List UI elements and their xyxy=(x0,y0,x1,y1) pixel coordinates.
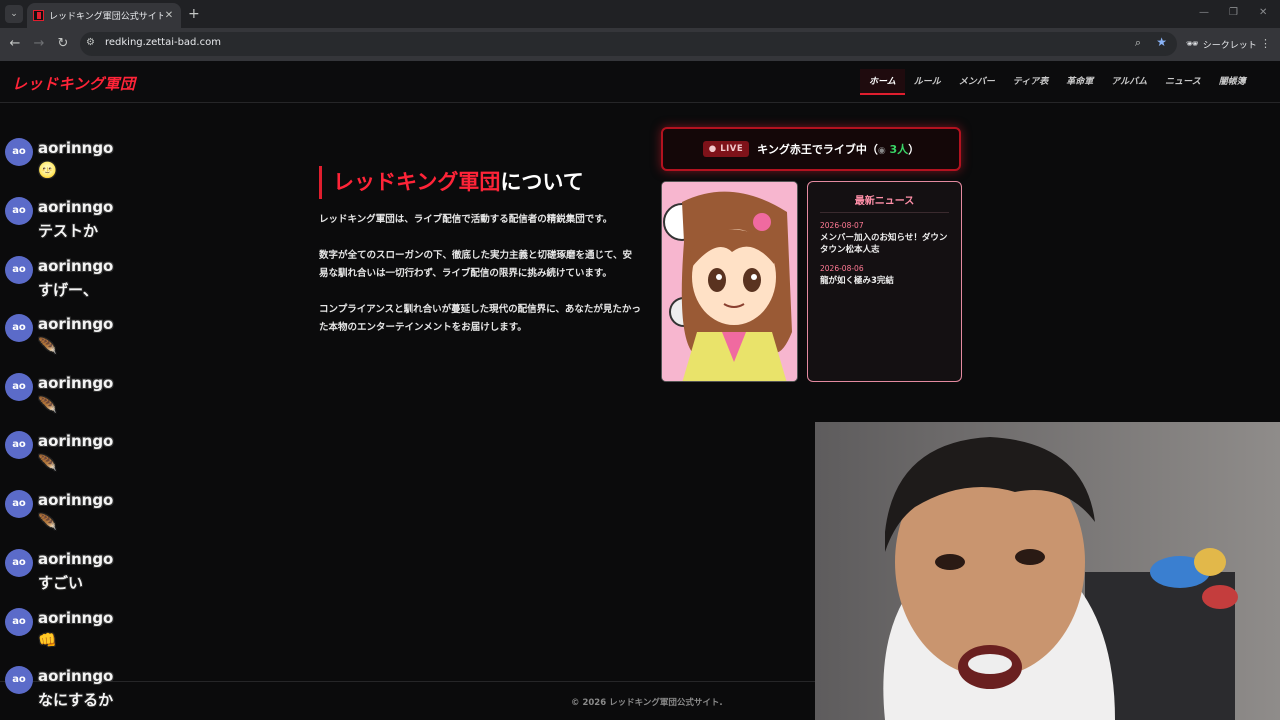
chat-username: aorinngo xyxy=(38,374,114,392)
browser-tab-bar: ⌄ レッドキング軍団公式サイト ✕ + — ❐ ✕ xyxy=(0,0,1280,28)
chat-username: aorinngo xyxy=(38,139,114,157)
incognito-label: シークレット xyxy=(1202,40,1257,51)
nav-rules[interactable]: ルール xyxy=(905,69,950,95)
chat-message: ao aorinngo 🌝 xyxy=(5,134,195,190)
site-logo[interactable]: レッドキング軍団 xyxy=(12,73,136,94)
address-bar[interactable]: ⚙ redking.zettai-bad.com ⌕ ★ xyxy=(80,32,1177,56)
chat-text: 🌝 xyxy=(38,161,57,179)
avatar: ao xyxy=(5,197,33,225)
chat-username: aorinngo xyxy=(38,257,114,275)
news-date: 2026-08-06 xyxy=(820,264,864,273)
chat-text: 🪶 xyxy=(38,337,57,355)
chat-message: ao aorinngo すげー、 xyxy=(5,252,195,308)
site-header: レッドキング軍団 ホーム ルール メンバー ティア表 革命軍 アルバム ニュース… xyxy=(0,61,1280,103)
viewer-count: 3人 xyxy=(889,143,909,156)
avatar: ao xyxy=(5,373,33,401)
chat-text: 🪶 xyxy=(38,454,57,472)
nav-tier[interactable]: ティア表 xyxy=(1004,69,1057,95)
chat-username: aorinngo xyxy=(38,609,114,627)
chat-message: ao aorinngo すごい xyxy=(5,545,195,601)
nav-ledger[interactable]: 闇帳簿 xyxy=(1210,69,1255,95)
webcam-overlay xyxy=(815,422,1280,720)
eye-icon: ◉ xyxy=(877,146,886,156)
chat-username: aorinngo xyxy=(38,667,114,685)
url-text[interactable]: redking.zettai-bad.com xyxy=(105,37,221,48)
chat-message: ao aorinngo なにするか xyxy=(5,662,195,718)
main-nav: ホーム ルール メンバー ティア表 革命軍 アルバム ニュース 闇帳簿 xyxy=(860,69,1255,95)
character-art xyxy=(662,182,797,381)
chat-text: なにするか xyxy=(38,691,114,709)
tab-title: レッドキング軍団公式サイト xyxy=(49,12,163,22)
avatar: ao xyxy=(5,608,33,636)
kebab-menu-icon[interactable]: ⋮ xyxy=(1260,37,1271,50)
news-date: 2026-08-07 xyxy=(820,221,864,230)
avatar: ao xyxy=(5,549,33,577)
news-title[interactable]: 龍が如く極み3完結 xyxy=(820,275,949,287)
news-item[interactable]: 2026-08-07 メンバー加入のお知らせ！ダウンタウン松本人志 xyxy=(820,221,949,256)
chat-message: ao aorinngo 🪶 xyxy=(5,427,195,483)
chat-message: ao aorinngo 👊 xyxy=(5,604,195,660)
chat-username: aorinngo xyxy=(38,315,114,333)
back-button[interactable]: ← xyxy=(7,36,23,52)
avatar: ao xyxy=(5,666,33,694)
browser-tab[interactable]: レッドキング軍団公式サイト ✕ xyxy=(27,3,181,28)
star-icon[interactable]: ★ xyxy=(1156,35,1167,49)
live-badge: ● LIVE xyxy=(702,141,750,157)
about-paragraph-3: コンプライアンスと馴れ合いが蔓延した現代の配信界に、あなたが見たかった本物のエン… xyxy=(319,304,641,333)
nav-revolution[interactable]: 革命軍 xyxy=(1057,69,1102,95)
close-icon[interactable]: ✕ xyxy=(163,10,175,21)
chevron-down-icon: ⌄ xyxy=(10,9,18,19)
chat-username: aorinngo xyxy=(38,198,114,216)
nav-album[interactable]: アルバム xyxy=(1102,69,1156,95)
nav-news[interactable]: ニュース xyxy=(1156,69,1210,95)
restore-icon[interactable]: ❐ xyxy=(1229,7,1238,18)
site-favicon-icon xyxy=(33,10,44,21)
reload-button[interactable]: ↻ xyxy=(55,36,71,52)
nav-home[interactable]: ホーム xyxy=(860,69,905,95)
avatar: ao xyxy=(5,256,33,284)
live-status-text: キング赤王でライブ中（◉ 3人） xyxy=(757,143,920,156)
minimize-icon[interactable]: — xyxy=(1199,7,1209,18)
footer-copyright: © 2026 レッドキング軍団公式サイト. xyxy=(571,698,723,708)
news-heading: 最新ニュース xyxy=(820,192,949,213)
about-paragraph-2: 数字が全てのスローガンの下、徹底した実力主義と切磋琢磨を通じて、安易な馴れ合いは… xyxy=(319,250,633,279)
chat-message: ao aorinngo 🪶 xyxy=(5,310,195,366)
nav-members[interactable]: メンバー xyxy=(950,69,1004,95)
avatar: ao xyxy=(5,431,33,459)
news-title[interactable]: メンバー加入のお知らせ！ダウンタウン松本人志 xyxy=(820,232,949,256)
chat-text: すげー、 xyxy=(38,281,98,299)
about-title: レッドキング軍団について xyxy=(319,166,584,199)
close-window-icon[interactable]: ✕ xyxy=(1259,7,1267,18)
magnifier-icon[interactable]: ⌕ xyxy=(1135,36,1141,50)
chat-message: ao aorinngo 🪶 xyxy=(5,486,195,542)
incognito-icon: 🕶 xyxy=(1186,38,1199,50)
live-status-box[interactable]: ● LIVE キング赤王でライブ中（◉ 3人） xyxy=(661,127,961,171)
new-tab-button[interactable]: + xyxy=(188,6,200,22)
chat-message: ao aorinngo 🪶 xyxy=(5,369,195,425)
webcam-feed xyxy=(815,422,1280,720)
tune-icon[interactable]: ⚙ xyxy=(86,37,95,48)
chat-username: aorinngo xyxy=(38,432,114,450)
browser-toolbar: ← → ↻ ⚙ redking.zettai-bad.com ⌕ ★ xyxy=(0,28,1280,61)
news-panel: 最新ニュース 2026-08-07 メンバー加入のお知らせ！ダウンタウン松本人志… xyxy=(807,181,962,382)
chat-message: ao aorinngo テストか xyxy=(5,193,195,249)
chat-text: すごい xyxy=(38,574,84,592)
forward-button[interactable]: → xyxy=(31,36,47,52)
chat-text: 🪶 xyxy=(38,396,57,414)
news-item[interactable]: 2026-08-06 龍が如く極み3完結 xyxy=(820,264,949,287)
chat-text: 🪶 xyxy=(38,513,57,531)
tab-list-button[interactable]: ⌄ xyxy=(5,5,23,23)
character-illustration xyxy=(661,181,798,382)
chat-username: aorinngo xyxy=(38,550,114,568)
chat-text: テストか xyxy=(38,222,99,240)
about-paragraph-1: レッドキング軍団は、ライブ配信で活動する配信者の精鋭集団です。 xyxy=(319,214,613,225)
avatar: ao xyxy=(5,314,33,342)
incognito-indicator[interactable]: 🕶 シークレット xyxy=(1186,36,1257,52)
chat-username: aorinngo xyxy=(38,491,114,509)
avatar: ao xyxy=(5,490,33,518)
chat-text: 👊 xyxy=(38,631,57,649)
avatar: ao xyxy=(5,138,33,166)
